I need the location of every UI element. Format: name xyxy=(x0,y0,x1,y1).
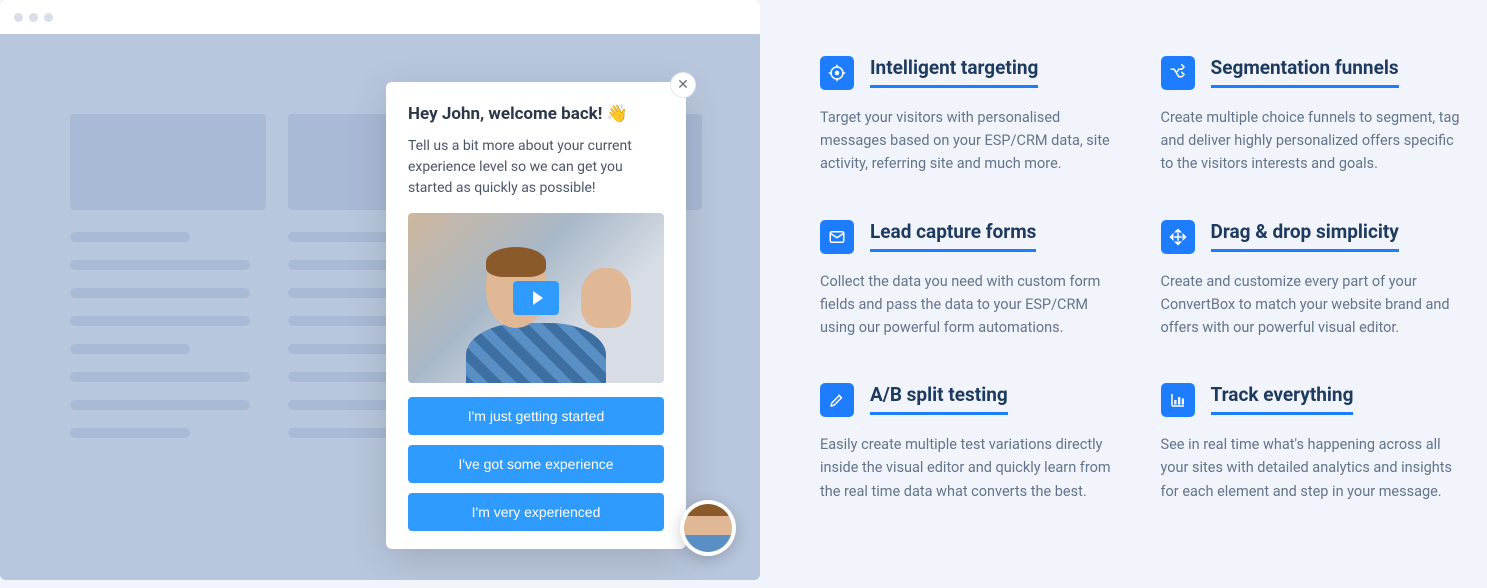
feature-track-everything: Track everything See in real time what's… xyxy=(1161,383,1462,503)
features-grid: Intelligent targeting Target your visito… xyxy=(770,0,1487,588)
window-dot xyxy=(29,13,38,22)
feature-lead-capture: Lead capture forms Collect the data you … xyxy=(820,220,1121,340)
feature-desc: See in real time what's happening across… xyxy=(1161,433,1461,503)
popup-subtext: Tell us a bit more about your current ex… xyxy=(408,136,664,199)
window-dot xyxy=(44,13,53,22)
feature-desc: Create and customize every part of your … xyxy=(1161,270,1461,340)
feature-title: Segmentation funnels xyxy=(1211,56,1399,88)
move-icon xyxy=(1161,220,1195,254)
browser-titlebar xyxy=(0,0,760,34)
avatar-bubble[interactable] xyxy=(680,500,736,556)
window-dot xyxy=(14,13,23,22)
mail-icon xyxy=(820,220,854,254)
play-icon[interactable] xyxy=(513,281,559,315)
feature-drag-drop: Drag & drop simplicity Create and custom… xyxy=(1161,220,1462,340)
option-button-2[interactable]: I've got some experience xyxy=(408,445,664,483)
shuffle-icon xyxy=(1161,56,1195,90)
feature-title: Lead capture forms xyxy=(870,220,1036,252)
browser-frame: ✕ Hey John, welcome back! 👋 Tell us a bi… xyxy=(0,0,760,580)
feature-desc: Collect the data you need with custom fo… xyxy=(820,270,1120,340)
feature-title: Drag & drop simplicity xyxy=(1211,220,1399,252)
option-button-3[interactable]: I'm very experienced xyxy=(408,493,664,531)
close-icon[interactable]: ✕ xyxy=(670,72,696,98)
popup-heading: Hey John, welcome back! 👋 xyxy=(408,104,664,124)
feature-desc: Create multiple choice funnels to segmen… xyxy=(1161,106,1461,176)
feature-desc: Easily create multiple test variations d… xyxy=(820,433,1120,503)
feature-intelligent-targeting: Intelligent targeting Target your visito… xyxy=(820,56,1121,176)
feature-title: A/B split testing xyxy=(870,383,1008,415)
welcome-popup: ✕ Hey John, welcome back! 👋 Tell us a bi… xyxy=(386,82,686,549)
option-button-1[interactable]: I'm just getting started xyxy=(408,397,664,435)
target-icon xyxy=(820,56,854,90)
feature-segmentation-funnels: Segmentation funnels Create multiple cho… xyxy=(1161,56,1462,176)
hero-mockup: ✕ Hey John, welcome back! 👋 Tell us a bi… xyxy=(0,0,770,588)
video-thumbnail[interactable] xyxy=(408,213,664,383)
feature-ab-testing: A/B split testing Easily create multiple… xyxy=(820,383,1121,503)
feature-title: Track everything xyxy=(1211,383,1354,415)
feature-title: Intelligent targeting xyxy=(870,56,1038,88)
feature-desc: Target your visitors with personalised m… xyxy=(820,106,1120,176)
edit-icon xyxy=(820,383,854,417)
chart-icon xyxy=(1161,383,1195,417)
